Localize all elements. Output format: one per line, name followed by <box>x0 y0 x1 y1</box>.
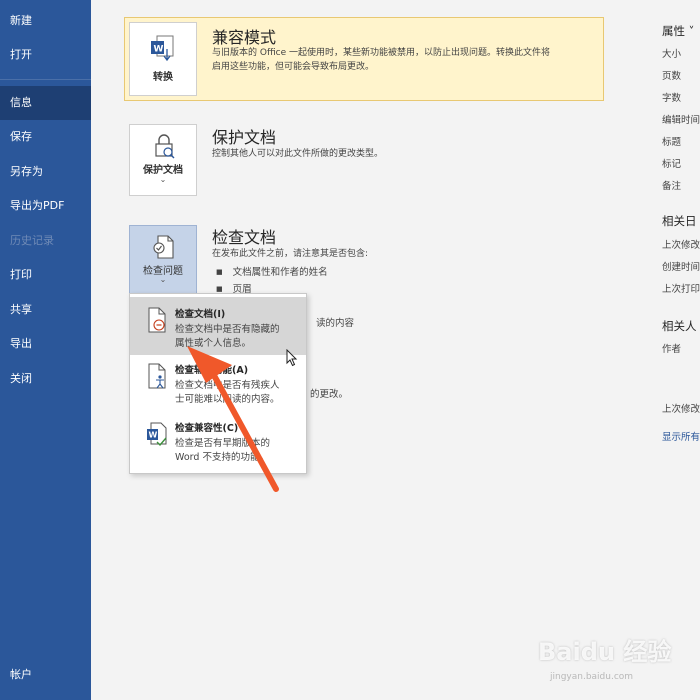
check-document-icon <box>151 234 177 264</box>
nav-open-label: 打开 <box>10 48 32 61</box>
date-last-printed: 上次打印 <box>662 284 700 295</box>
menu-check-compatibility[interactable]: W 检查兼容性(C) 检查是否有早期版本的 Word 不支持的功能。 <box>130 416 306 472</box>
menu-check-accessibility-title: 检查辅助功能(A) <box>175 365 249 376</box>
check-issues-chevron-icon: ⌄ <box>159 275 167 284</box>
protect-document-button[interactable]: 保护文档 ⌄ <box>129 124 197 196</box>
nav-divider <box>0 79 91 80</box>
mouse-cursor-icon <box>286 348 298 371</box>
related-people-header: 相关人 <box>662 319 697 333</box>
prop-edit-time: 编辑时间 <box>662 115 700 126</box>
nav-share-label: 共享 <box>10 303 32 316</box>
date-created: 创建时间 <box>662 262 700 273</box>
inspect-document-icon <box>146 307 168 333</box>
nav-save-label: 保存 <box>10 130 32 143</box>
word-convert-icon: W <box>149 35 179 67</box>
baidu-watermark-logo: Baidu 经验 <box>538 638 672 666</box>
people-author: 作者 <box>662 344 682 355</box>
prop-words: 字数 <box>662 93 682 104</box>
annotation-arrow <box>187 346 279 492</box>
nav-export[interactable]: 导出 <box>0 327 91 361</box>
convert-button-label: 转换 <box>153 72 173 83</box>
related-dates-header: 相关日 <box>662 214 697 228</box>
menu-check-compatibility-title: 检查兼容性(C) <box>175 423 239 434</box>
svg-text:W: W <box>154 45 164 55</box>
inspect-bullet-1: 文档属性和作者的姓名 <box>216 264 328 278</box>
nav-new-label: 新建 <box>10 14 32 27</box>
nav-info[interactable]: 信息 <box>0 86 91 120</box>
menu-inspect-document[interactable]: 检查文档(I) 检查文档中是否有隐藏的 属性或个人信息。 <box>130 297 306 355</box>
check-issues-menu: 检查文档(I) 检查文档中是否有隐藏的 属性或个人信息。 检查辅助功能(A) 检… <box>129 293 307 474</box>
menu-check-accessibility[interactable]: 检查辅助功能(A) 检查文档中是否有残疾人 士可能难以阅读的内容。 <box>130 357 306 415</box>
nav-open[interactable]: 打开 <box>0 38 91 72</box>
nav-account[interactable]: 帐户 <box>0 658 91 692</box>
show-all-properties-link[interactable]: 显示所有 <box>662 429 700 443</box>
nav-export-label: 导出 <box>10 337 32 350</box>
inspect-bullet-3-partial: 读的内容 <box>316 318 355 329</box>
prop-comments: 备注 <box>662 181 682 192</box>
menu-check-compatibility-desc-1: 检查是否有早期版本的 <box>175 438 271 449</box>
nav-close-label: 关闭 <box>10 372 32 385</box>
prop-title: 标题 <box>662 137 682 148</box>
nav-new[interactable]: 新建 <box>0 4 91 38</box>
inspect-partial-text: 的更改。 <box>310 389 349 400</box>
protect-title: 保护文档 <box>212 128 277 147</box>
backstage-sidebar: 新建 打开 信息 保存 另存为 导出为PDF 历史记录 打印 共享 导出 关闭 … <box>0 0 91 700</box>
nav-export-pdf[interactable]: 导出为PDF <box>0 189 91 223</box>
convert-button[interactable]: W 转换 <box>129 22 197 96</box>
protect-desc: 控制其他人可以对此文件所做的更改类型。 <box>212 149 384 159</box>
check-issues-button[interactable]: 检查问题 ⌄ <box>129 225 197 295</box>
accessibility-icon <box>146 363 168 389</box>
menu-inspect-document-desc-1: 检查文档中是否有隐藏的 <box>175 324 280 335</box>
date-last-modified: 上次修改 <box>662 240 700 251</box>
nav-history: 历史记录 <box>0 224 91 258</box>
properties-header[interactable]: 属性 ˅ <box>662 23 694 39</box>
nav-close[interactable]: 关闭 <box>0 362 91 396</box>
people-last-modified-by: 上次修改 <box>662 404 700 415</box>
nav-print-label: 打印 <box>10 268 32 281</box>
inspect-title: 检查文档 <box>212 228 277 247</box>
nav-save[interactable]: 保存 <box>0 120 91 154</box>
menu-check-compatibility-desc-2: Word 不支持的功能。 <box>175 452 269 463</box>
menu-inspect-document-desc-2: 属性或个人信息。 <box>175 338 252 349</box>
compat-desc-line2: 启用这些功能，但可能会导致布局更改。 <box>212 62 375 72</box>
compatibility-icon: W <box>146 422 168 448</box>
nav-info-label: 信息 <box>10 96 32 109</box>
svg-text:W: W <box>149 431 158 440</box>
protect-button-label: 保护文档 <box>143 165 183 176</box>
prop-pages: 页数 <box>662 71 682 82</box>
compat-desc-line1: 与旧版本的 Office 一起使用时，某些新功能被禁用，以防止出现问题。转换此文… <box>212 48 550 58</box>
lock-document-icon <box>151 133 177 163</box>
nav-share[interactable]: 共享 <box>0 293 91 327</box>
compat-title: 兼容模式 <box>212 28 277 47</box>
nav-history-label: 历史记录 <box>10 234 54 247</box>
inspect-desc: 在发布此文件之前，请注意其是否包含: <box>212 249 369 259</box>
protect-chevron-icon: ⌄ <box>159 175 167 184</box>
menu-check-accessibility-desc-2: 士可能难以阅读的内容。 <box>175 394 280 405</box>
nav-account-label: 帐户 <box>10 668 32 681</box>
menu-inspect-document-title: 检查文档(I) <box>175 309 226 320</box>
nav-save-as[interactable]: 另存为 <box>0 155 91 189</box>
nav-print[interactable]: 打印 <box>0 258 91 292</box>
menu-check-accessibility-desc-1: 检查文档中是否有残疾人 <box>175 380 280 391</box>
nav-save-as-label: 另存为 <box>10 165 43 178</box>
prop-tags: 标记 <box>662 159 682 170</box>
baidu-watermark-url: jingyan.baidu.com <box>550 672 634 682</box>
nav-export-pdf-label: 导出为PDF <box>10 199 65 212</box>
prop-size: 大小 <box>662 49 682 60</box>
